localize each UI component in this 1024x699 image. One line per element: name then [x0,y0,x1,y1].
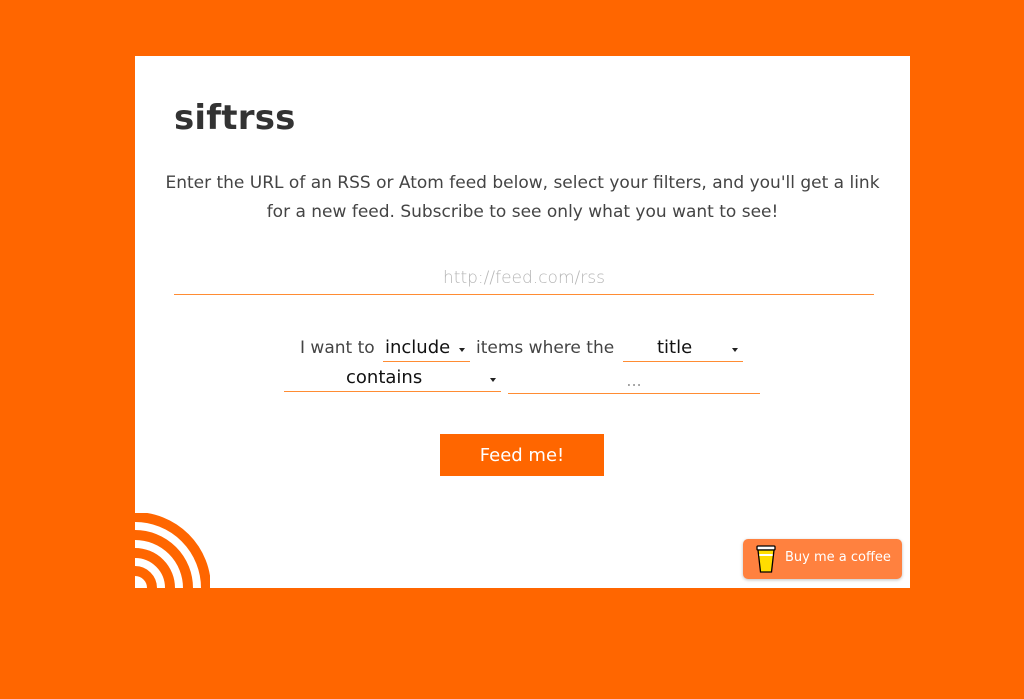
field-select-value: title [657,337,693,358]
coffee-button-label: Buy me a coffee [785,550,891,565]
operator-select[interactable]: contains [284,367,501,392]
action-select-value: include [385,337,451,358]
rss-icon [135,513,210,588]
field-select[interactable]: title [623,337,743,362]
action-select[interactable]: include [383,337,470,362]
operator-select-value: contains [346,367,423,388]
caret-down-icon [490,378,496,382]
feed-url-input[interactable] [174,262,874,295]
filter-prefix-text: I want to [300,338,375,358]
main-card: siftrss Enter the URL of an RSS or Atom … [135,56,910,588]
filter-middle-text: items where the [476,338,615,358]
caret-down-icon [459,348,465,352]
coffee-cup-icon [756,545,776,573]
intro-text: Enter the URL of an RSS or Atom feed bel… [165,173,880,222]
page-title: siftrss [174,98,296,138]
filter-value-input[interactable] [508,368,760,394]
buy-me-a-coffee-button[interactable]: Buy me a coffee [743,539,902,579]
caret-down-icon [732,348,738,352]
feed-me-button[interactable]: Feed me! [440,434,604,476]
